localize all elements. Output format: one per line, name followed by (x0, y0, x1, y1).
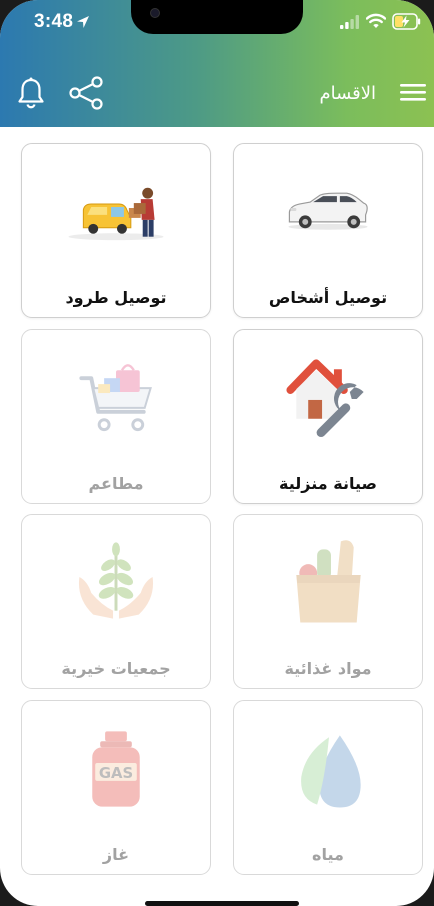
category-tile-home-maintenance[interactable]: صيانة منزلية (233, 329, 423, 504)
status-time: 3:48 (34, 11, 74, 32)
category-tile-gas[interactable]: GAS غاز (21, 700, 211, 875)
category-label: توصيل أشخاص (268, 288, 388, 307)
category-label: جمعيات خيرية (61, 659, 171, 678)
gas-cylinder-icon: GAS (92, 731, 140, 807)
category-label: توصيل طرود (65, 288, 167, 307)
shopping-cart-icon (79, 364, 152, 432)
car-icon (288, 192, 368, 230)
phone-screen: 3:48 الاقسام توصيل أشخاص توصيل طرود صيان… (0, 0, 434, 906)
bell-icon[interactable] (16, 76, 46, 110)
category-label: غاز (102, 845, 130, 864)
cellular-signal-icon (340, 15, 359, 29)
category-tile-groceries[interactable]: مواد غذائية (233, 514, 423, 689)
category-tile-charities[interactable]: جمعيات خيرية (21, 514, 211, 689)
grocery-bag-icon (296, 540, 361, 623)
share-icon[interactable] (68, 76, 104, 110)
hands-plant-icon (78, 542, 154, 619)
category-label: مطاعم (88, 474, 144, 493)
front-camera (150, 8, 160, 18)
gas-cylinder-label: GAS (99, 765, 133, 782)
home-indicator (145, 901, 299, 906)
water-drop-icon (301, 735, 361, 808)
category-label: صيانة منزلية (279, 474, 377, 493)
delivery-van-icon (68, 187, 164, 241)
category-label: مواد غذائية (284, 659, 372, 678)
house-wrench-icon (286, 359, 364, 438)
page-title: الاقسام (319, 83, 376, 104)
category-tile-people-delivery[interactable]: توصيل أشخاص (233, 143, 423, 318)
hamburger-menu-icon[interactable] (399, 81, 427, 103)
status-bar: 3:48 (0, 0, 434, 46)
category-tile-restaurants[interactable]: مطاعم (21, 329, 211, 504)
battery-charging-icon (392, 13, 421, 30)
category-tile-water[interactable]: مياه (233, 700, 423, 875)
categories-grid: توصيل أشخاص توصيل طرود صيانة منزلية مطاع… (0, 127, 434, 906)
header: 3:48 الاقسام (0, 0, 434, 127)
wifi-icon (366, 13, 386, 28)
location-arrow-icon (77, 16, 89, 28)
category-label: مياه (312, 845, 344, 864)
app-bar: الاقسام (0, 70, 434, 120)
category-tile-parcel-delivery[interactable]: توصيل طرود (21, 143, 211, 318)
